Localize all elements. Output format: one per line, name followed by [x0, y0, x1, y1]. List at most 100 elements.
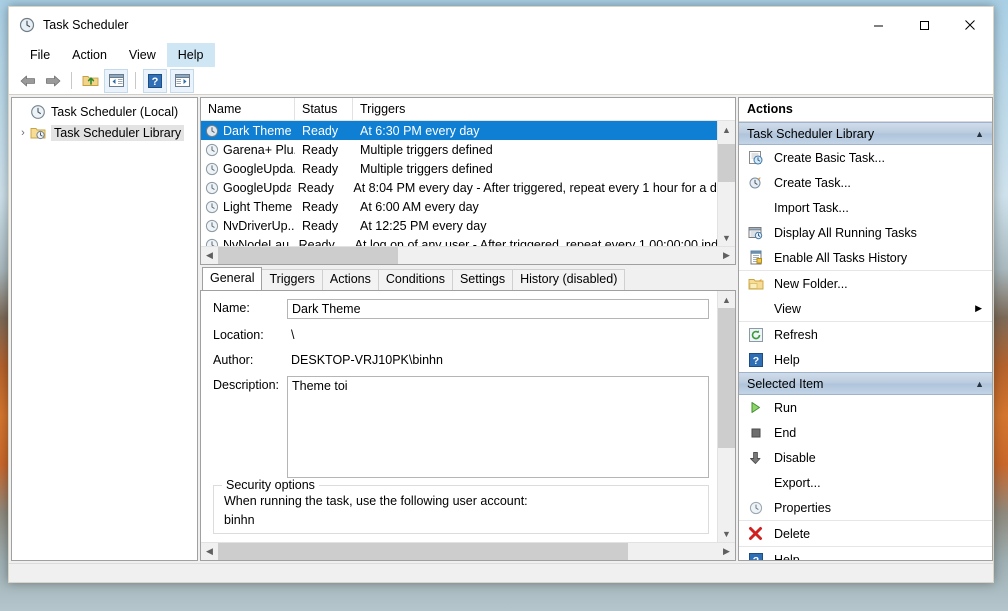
scroll-thumb[interactable] — [718, 144, 735, 182]
tab-settings[interactable]: Settings — [452, 269, 513, 290]
scroll-right-icon[interactable]: ▶ — [718, 543, 735, 560]
minimize-button[interactable] — [855, 7, 901, 43]
column-header-status[interactable]: Status — [295, 98, 353, 120]
tree-expand-chevron[interactable]: › — [16, 127, 30, 139]
folder-clock-icon — [30, 125, 46, 141]
task-name: Garena+ Plu... — [223, 143, 295, 157]
console-tree-pane: Task Scheduler (Local) › Task Scheduler … — [11, 97, 198, 561]
field-label: Name: — [213, 299, 287, 319]
tree-node-task-scheduler-library[interactable]: › Task Scheduler Library — [12, 122, 197, 143]
tab-actions[interactable]: Actions — [322, 269, 379, 290]
task-status: Ready — [291, 181, 347, 195]
scroll-track[interactable] — [718, 308, 735, 525]
action-label: Enable All Tasks History — [774, 251, 992, 265]
action-label: Export... — [774, 476, 992, 490]
scroll-left-icon[interactable]: ◀ — [201, 543, 218, 560]
new-folder-icon — [747, 275, 764, 292]
action-import-task[interactable]: Import Task... — [739, 195, 992, 220]
column-header-name[interactable]: Name — [201, 98, 295, 120]
detail-vertical-scrollbar[interactable]: ▲ ▼ — [717, 291, 735, 542]
table-row[interactable]: Light Theme Ready At 6:00 AM every day — [201, 197, 717, 216]
table-row[interactable]: Dark Theme Ready At 6:30 PM every day — [201, 121, 717, 140]
action-properties[interactable]: Properties — [739, 495, 992, 520]
help-icon[interactable]: ? — [143, 69, 167, 93]
name-input[interactable]: Dark Theme — [287, 299, 709, 319]
maximize-button[interactable] — [901, 7, 947, 43]
table-row[interactable]: NvNodeLau... Ready At log on of any user… — [201, 235, 717, 246]
tree-node-task-scheduler-local[interactable]: Task Scheduler (Local) — [12, 101, 197, 122]
action-new-folder[interactable]: New Folder... — [739, 270, 992, 296]
task-list-pane: Name Status Triggers Da — [200, 97, 736, 265]
detail-content-box: Name: Dark Theme Location: \ Author: DES… — [200, 290, 736, 561]
up-folder-icon[interactable] — [79, 70, 101, 92]
table-row[interactable]: Garena+ Plu... Ready Multiple triggers d… — [201, 140, 717, 159]
action-view[interactable]: View ▶ — [739, 296, 992, 321]
scroll-track[interactable] — [718, 138, 735, 229]
forward-arrow-icon[interactable] — [42, 70, 64, 92]
scroll-thumb-h[interactable] — [218, 543, 628, 560]
task-list-horizontal-scrollbar[interactable]: ◀ ▶ — [201, 246, 735, 264]
scroll-up-icon[interactable]: ▲ — [718, 121, 735, 138]
delete-icon — [747, 525, 764, 542]
tab-general[interactable]: General — [202, 267, 262, 290]
show-hide-action-pane-icon[interactable] — [170, 69, 194, 93]
action-refresh[interactable]: Refresh — [739, 321, 992, 347]
menu-view[interactable]: View — [118, 43, 167, 67]
field-location: Location: \ — [213, 326, 717, 344]
task-clock-icon — [205, 200, 219, 214]
action-help-library[interactable]: ? Help — [739, 347, 992, 372]
display-running-tasks-icon — [747, 224, 764, 241]
scroll-up-icon[interactable]: ▲ — [718, 291, 735, 308]
menu-help[interactable]: Help — [167, 43, 215, 67]
chevron-up-icon[interactable]: ▲ — [975, 129, 984, 139]
scroll-thumb[interactable] — [718, 308, 735, 448]
show-hide-console-tree-icon[interactable] — [104, 69, 128, 93]
tab-history[interactable]: History (disabled) — [512, 269, 625, 290]
scroll-right-icon[interactable]: ▶ — [718, 247, 735, 264]
detail-horizontal-scrollbar[interactable]: ◀ ▶ — [201, 542, 735, 560]
action-disable[interactable]: Disable — [739, 445, 992, 470]
scroll-thumb-h[interactable] — [218, 247, 398, 264]
scroll-track-h[interactable] — [218, 543, 718, 560]
action-label: Create Task... — [774, 176, 992, 190]
task-triggers: At 8:04 PM every day - After triggered, … — [346, 181, 717, 195]
back-arrow-icon[interactable] — [17, 70, 39, 92]
table-row[interactable]: NvDriverUp... Ready At 12:25 PM every da… — [201, 216, 717, 235]
field-description: Description: Theme toi — [213, 376, 717, 478]
toolbar-separator — [71, 72, 72, 89]
description-textarea[interactable]: Theme toi — [287, 376, 709, 478]
menu-file[interactable]: File — [19, 43, 61, 67]
security-description: When running the task, use the following… — [224, 494, 698, 508]
task-clock-icon — [205, 162, 219, 176]
task-list-vertical-scrollbar[interactable]: ▲ ▼ — [717, 121, 735, 246]
action-label: Properties — [774, 501, 992, 515]
action-export[interactable]: Export... — [739, 470, 992, 495]
task-clock-icon — [205, 124, 219, 138]
action-label: End — [774, 426, 992, 440]
actions-group-header-selected-item[interactable]: Selected Item ▲ — [739, 372, 992, 395]
actions-group-header-library[interactable]: Task Scheduler Library ▲ — [739, 122, 992, 145]
action-display-all-running-tasks[interactable]: Display All Running Tasks — [739, 220, 992, 245]
task-status: Ready — [292, 238, 348, 247]
menu-bar: File Action View Help — [9, 43, 993, 67]
scroll-track-h[interactable] — [218, 247, 718, 264]
action-delete[interactable]: Delete — [739, 520, 992, 546]
task-name: GoogleUpda... — [223, 162, 295, 176]
column-header-triggers[interactable]: Triggers — [353, 98, 718, 120]
action-run[interactable]: Run — [739, 395, 992, 420]
scroll-down-icon[interactable]: ▼ — [718, 525, 735, 542]
action-end[interactable]: End — [739, 420, 992, 445]
table-row[interactable]: GoogleUpda... Ready At 8:04 PM every day… — [201, 178, 717, 197]
scroll-left-icon[interactable]: ◀ — [201, 247, 218, 264]
chevron-up-icon[interactable]: ▲ — [975, 379, 984, 389]
action-create-basic-task[interactable]: Create Basic Task... — [739, 145, 992, 170]
menu-action[interactable]: Action — [61, 43, 118, 67]
tab-triggers[interactable]: Triggers — [261, 269, 322, 290]
tab-conditions[interactable]: Conditions — [378, 269, 453, 290]
action-help-selected[interactable]: ? Help — [739, 546, 992, 561]
action-create-task[interactable]: Create Task... — [739, 170, 992, 195]
action-enable-all-tasks-history[interactable]: Enable All Tasks History — [739, 245, 992, 270]
table-row[interactable]: GoogleUpda... Ready Multiple triggers de… — [201, 159, 717, 178]
close-button[interactable] — [947, 7, 993, 43]
scroll-down-icon[interactable]: ▼ — [718, 229, 735, 246]
